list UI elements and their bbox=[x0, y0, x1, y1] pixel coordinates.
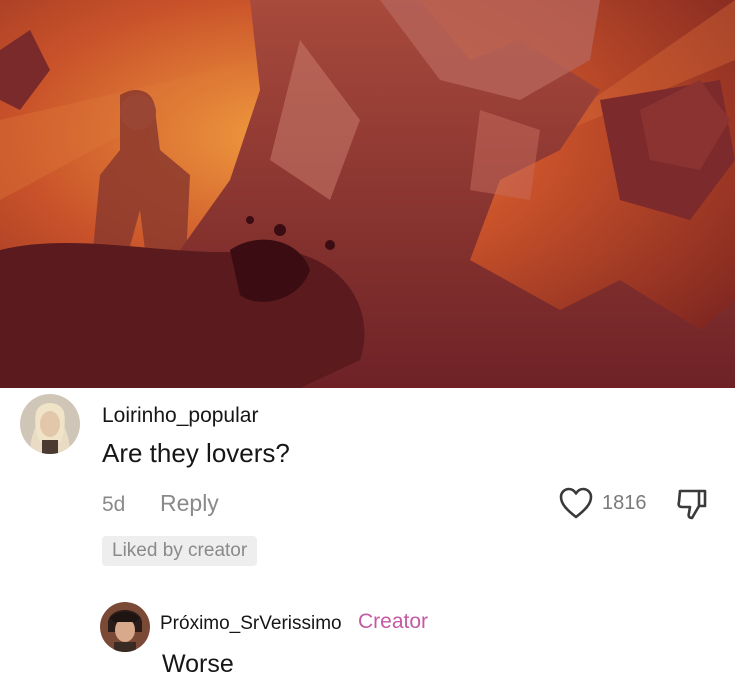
comment-timestamp: 5d bbox=[102, 493, 126, 516]
creator-badge: Creator bbox=[358, 610, 429, 633]
commenter-avatar[interactable] bbox=[20, 394, 80, 454]
like-count: 1816 bbox=[602, 492, 647, 514]
comment-text: Are they lovers? bbox=[102, 438, 290, 468]
artwork-image bbox=[0, 0, 735, 388]
liked-by-creator-badge: Liked by creator bbox=[102, 536, 258, 566]
like-button[interactable] bbox=[558, 486, 594, 520]
comment-section: Loirinho_popular Are they lovers? 5d Rep… bbox=[0, 388, 735, 685]
artwork-illustration bbox=[0, 0, 735, 388]
reply-button[interactable]: Reply bbox=[160, 490, 219, 517]
dislike-button[interactable] bbox=[674, 486, 710, 522]
creator-avatar[interactable] bbox=[100, 602, 150, 652]
avatar-portrait-icon bbox=[100, 602, 150, 652]
avatar-portrait-icon bbox=[20, 394, 80, 454]
creator-username[interactable]: Próximo_SrVerissimo bbox=[160, 613, 342, 635]
commenter-username[interactable]: Loirinho_popular bbox=[102, 404, 258, 428]
thumbs-down-icon bbox=[677, 489, 707, 520]
reply-text: Worse bbox=[162, 650, 234, 678]
heart-icon bbox=[559, 487, 593, 519]
